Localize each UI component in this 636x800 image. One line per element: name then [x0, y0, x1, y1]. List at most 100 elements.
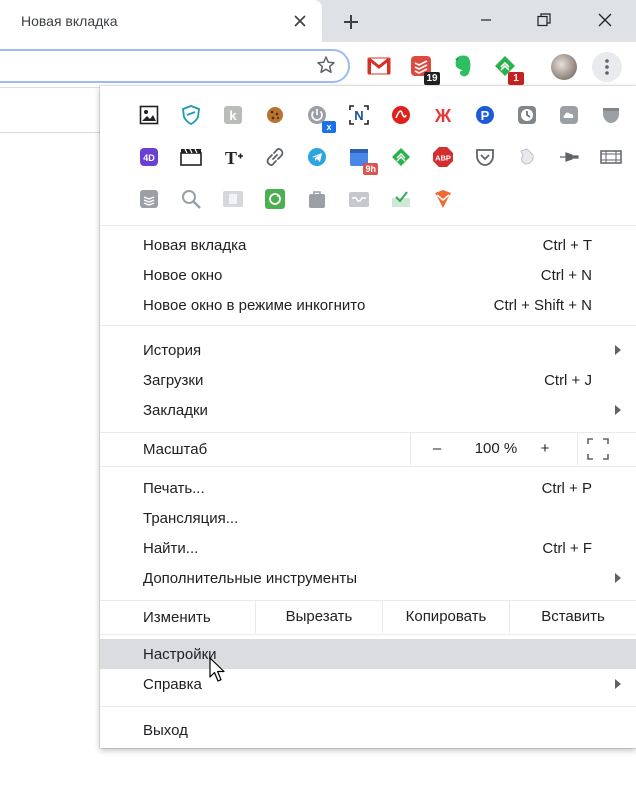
clock-icon[interactable]: [516, 104, 538, 126]
link-icon[interactable]: [264, 146, 286, 168]
menu-find-shortcut: Ctrl + F: [542, 540, 592, 557]
menu-more-tools[interactable]: Дополнительные инструменты: [100, 563, 636, 593]
paste-label: Вставить: [541, 608, 605, 625]
address-bar[interactable]: [0, 49, 350, 83]
page-divider: [0, 132, 100, 133]
mouse-icon[interactable]: [516, 146, 538, 168]
title-bar: Новая вкладка: [0, 0, 636, 42]
zoom-in-button[interactable]: +: [537, 440, 553, 457]
svg-text:N: N: [354, 108, 363, 123]
separator: [100, 466, 636, 467]
todoist-icon[interactable]: [432, 188, 454, 210]
menu-new-tab-shortcut: Ctrl + T: [542, 237, 592, 254]
doc-icon[interactable]: [222, 188, 244, 210]
stack-icon[interactable]: [138, 188, 160, 210]
bookmark-star-icon[interactable]: [314, 53, 338, 77]
feedly-icon[interactable]: [390, 146, 412, 168]
tray-icon[interactable]: [348, 188, 370, 210]
pocket-gray-icon[interactable]: [600, 104, 622, 126]
menu-settings[interactable]: Настройки: [100, 639, 636, 669]
menu-downloads[interactable]: Загрузки Ctrl + J: [100, 365, 636, 395]
pocket-icon[interactable]: [474, 146, 496, 168]
menu-cast[interactable]: Трансляция...: [100, 503, 636, 533]
clapper-icon[interactable]: [180, 146, 202, 168]
cookie-icon[interactable]: [264, 104, 286, 126]
minimize-button[interactable]: [470, 6, 502, 34]
menu-bookmarks[interactable]: Закладки: [100, 395, 636, 425]
zoom-controls: – 100 % +: [410, 433, 578, 465]
copy-button[interactable]: Копировать: [382, 601, 509, 633]
submenu-arrow-icon: [615, 345, 621, 355]
menu-downloads-label: Загрузки: [143, 372, 204, 389]
zh-icon[interactable]: Ж: [432, 104, 454, 126]
separator: [100, 634, 636, 635]
bag-icon[interactable]: [306, 188, 328, 210]
menu-print-label: Печать...: [143, 480, 205, 497]
chrome-menu: k x N Ж P 4D T 9h ABP Новая вкладка Ctrl…: [100, 86, 636, 748]
cut-button[interactable]: Вырезать: [255, 601, 382, 633]
gmail-icon[interactable]: [366, 53, 392, 79]
n-icon[interactable]: N: [348, 104, 370, 126]
adobe-icon[interactable]: [390, 104, 412, 126]
film-icon[interactable]: [600, 146, 622, 168]
image-icon[interactable]: [138, 104, 160, 126]
menu-edit-label: Изменить: [143, 609, 211, 626]
cut-label: Вырезать: [285, 608, 353, 625]
menu-print-shortcut: Ctrl + P: [541, 480, 592, 497]
submenu-arrow-icon: [615, 405, 621, 415]
menu-help-label: Справка: [143, 676, 202, 693]
feedly-icon[interactable]: 1: [492, 53, 524, 85]
tab-title: Новая вкладка: [21, 13, 118, 29]
menu-incognito-shortcut: Ctrl + Shift + N: [493, 297, 592, 314]
4d-icon[interactable]: 4D: [138, 146, 160, 168]
power-badge: x: [322, 121, 336, 133]
menu-print[interactable]: Печать... Ctrl + P: [100, 473, 636, 503]
calendar-icon[interactable]: 9h: [348, 146, 378, 175]
menu-incognito[interactable]: Новое окно в режиме инкогнито Ctrl + Shi…: [100, 290, 636, 320]
submenu-arrow-icon: [615, 573, 621, 583]
k-icon[interactable]: k: [222, 104, 244, 126]
zoom-value: 100 %: [474, 440, 518, 457]
menu-find[interactable]: Найти... Ctrl + F: [100, 533, 636, 563]
shield-icon[interactable]: [180, 104, 202, 126]
recycle-icon[interactable]: [264, 188, 286, 210]
inbox-check-icon[interactable]: [390, 188, 412, 210]
evernote-icon[interactable]: [450, 53, 476, 79]
menu-bookmarks-label: Закладки: [143, 402, 208, 419]
menu-new-window[interactable]: Новое окно Ctrl + N: [100, 260, 636, 290]
pin-icon[interactable]: [558, 146, 580, 168]
menu-kebab-icon[interactable]: [592, 52, 622, 82]
svg-text:k: k: [229, 108, 237, 123]
todoist-badge: 19: [424, 72, 440, 85]
submenu-arrow-icon: [615, 679, 621, 689]
menu-history[interactable]: История: [100, 335, 636, 365]
menu-downloads-shortcut: Ctrl + J: [544, 372, 592, 389]
text-icon[interactable]: T: [222, 146, 244, 168]
menu-new-tab[interactable]: Новая вкладка Ctrl + T: [100, 230, 636, 260]
close-window-button[interactable]: [589, 6, 621, 34]
copy-label: Копировать: [405, 608, 487, 625]
menu-edit: Изменить Вырезать Копировать Вставить: [100, 601, 636, 633]
svg-text:4D: 4D: [143, 153, 155, 163]
menu-new-window-label: Новое окно: [143, 267, 223, 284]
zoom-icon[interactable]: [180, 188, 202, 210]
menu-help[interactable]: Справка: [100, 669, 636, 699]
menu-exit[interactable]: Выход: [100, 715, 636, 745]
close-tab-icon[interactable]: [288, 9, 312, 33]
svg-text:P: P: [481, 108, 490, 123]
cloud-icon[interactable]: [558, 104, 580, 126]
tab-new-tab[interactable]: Новая вкладка: [0, 0, 322, 42]
power-icon[interactable]: x: [306, 104, 336, 133]
abp-icon[interactable]: ABP: [432, 146, 454, 168]
p-icon[interactable]: P: [474, 104, 496, 126]
paste-button[interactable]: Вставить: [509, 601, 636, 633]
fullscreen-icon[interactable]: [586, 437, 610, 461]
restore-button[interactable]: [528, 6, 560, 34]
profile-avatar[interactable]: [551, 54, 577, 80]
telegram-icon[interactable]: [306, 146, 328, 168]
svg-text:ABP: ABP: [435, 154, 451, 163]
zoom-out-button[interactable]: –: [429, 440, 445, 457]
new-tab-button[interactable]: [338, 9, 364, 35]
todoist-icon[interactable]: 19: [408, 53, 440, 85]
menu-exit-label: Выход: [143, 722, 188, 739]
